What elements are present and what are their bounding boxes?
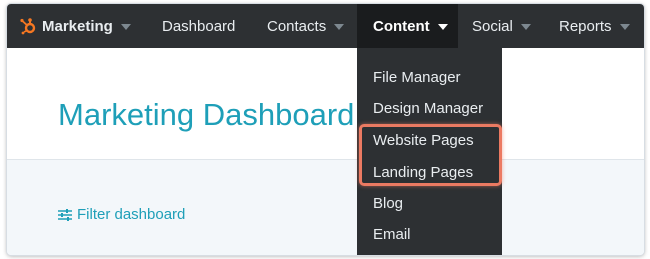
nav-marketing[interactable]: Marketing	[20, 4, 131, 48]
app-window: Marketing Dashboard Contacts Content Soc…	[7, 4, 644, 255]
nav-contacts[interactable]: Contacts	[267, 4, 345, 48]
caret-down-icon	[120, 23, 131, 30]
caret-down-icon	[520, 23, 531, 30]
menu-item-landing-pages[interactable]: Landing Pages	[373, 164, 473, 181]
nav-dashboard-label: Dashboard	[162, 17, 236, 35]
caret-down-icon	[334, 23, 345, 30]
filter-dashboard-label: Filter dashboard	[77, 206, 186, 223]
menu-item-website-pages[interactable]: Website Pages	[373, 132, 474, 149]
nav-contacts-label: Contacts	[267, 17, 327, 35]
sliders-icon	[58, 208, 72, 221]
nav-reports[interactable]: Reports	[559, 4, 630, 48]
caret-down-icon	[437, 23, 448, 30]
menu-item-design-manager[interactable]: Design Manager	[373, 100, 483, 117]
content-dropdown-menu: File Manager Design Manager Website Page…	[357, 48, 502, 255]
menu-item-email[interactable]: Email	[373, 226, 411, 243]
caret-down-icon	[619, 23, 630, 30]
nav-reports-label: Reports	[559, 17, 612, 35]
nav-marketing-label: Marketing	[42, 17, 113, 35]
nav-social-label: Social	[472, 17, 513, 35]
nav-content[interactable]: Content	[357, 4, 458, 48]
nav-content-label: Content	[373, 17, 430, 35]
menu-item-file-manager[interactable]: File Manager	[373, 69, 461, 86]
menu-item-blog[interactable]: Blog	[373, 195, 403, 212]
nav-dashboard[interactable]: Dashboard	[162, 4, 235, 48]
page-title: Marketing Dashboard	[58, 97, 355, 132]
filter-panel: Filter dashboard	[7, 159, 644, 255]
filter-dashboard-link[interactable]: Filter dashboard	[57, 206, 185, 223]
top-navbar: Marketing Dashboard Contacts Content Soc…	[7, 4, 644, 48]
hubspot-sprocket-icon	[20, 18, 36, 35]
nav-social[interactable]: Social	[472, 4, 531, 48]
